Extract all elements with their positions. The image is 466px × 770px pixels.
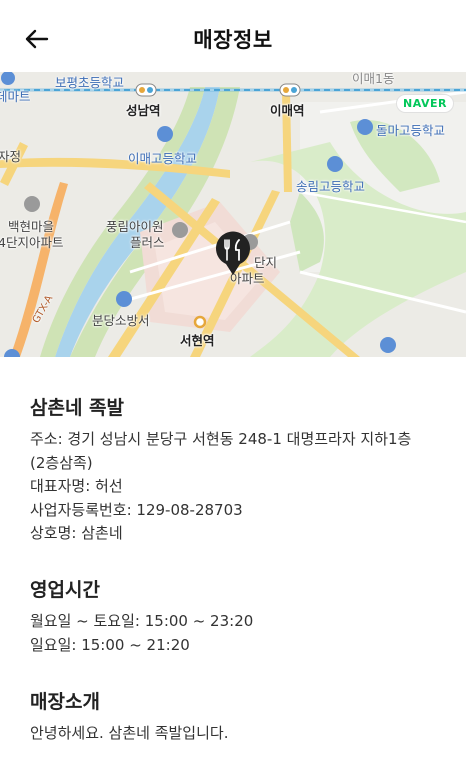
store-name: 삼촌네 족발 [30, 397, 125, 419]
hours-weekday: 월요일 ~ 토요일: 15:00 ~ 23:20 [30, 612, 254, 630]
map-label-school-songrim: 송림고등학교 [296, 179, 366, 194]
store-intro-section: 매장소개 안녕하세요. 삼촌네 족발입니다. [30, 687, 446, 746]
store-intro-title: 매장소개 [30, 691, 100, 713]
app-header: 매장정보 [0, 0, 466, 72]
store-info-section: 삼촌네 족발 주소: 경기 성남시 분당구 서현동 248-1 대명프라자 지하… [30, 393, 446, 546]
store-trade-name: 상호명: 삼촌네 [30, 524, 123, 542]
map-label-school-imae: 이매고등학교 [128, 151, 198, 166]
map-label-pungrim-2: 플러스 [130, 235, 165, 250]
store-intro-text: 안녕하세요. 삼촌네 족발입니다. [30, 724, 229, 742]
store-business-number: 사업자등록번호: 129-08-28703 [30, 500, 243, 519]
business-hours-section: 영업시간 월요일 ~ 토요일: 15:00 ~ 23:20 일요일: 15:00… [30, 575, 446, 657]
page-title: 매장정보 [193, 28, 273, 52]
map-label-school-dolma: 돌마고등학교 [376, 123, 446, 138]
store-address-detail: (2층삼족) [30, 453, 93, 472]
store-address: 주소: 경기 성남시 분당구 서현동 248-1 대명프라자 지하1층 [30, 430, 412, 448]
naver-logo: NAVER [396, 94, 454, 113]
map-label-fire-station: 분당소방서 [92, 313, 150, 328]
map-label-baekhyeon-2: 4단지아파트 [0, 235, 64, 250]
business-hours-title: 영업시간 [30, 579, 100, 601]
map-label-station-seongnam: 성남역 [126, 103, 161, 118]
restaurant-marker-icon[interactable] [214, 230, 252, 276]
map-label-school-boryeong: 보평초등학교 [55, 75, 125, 90]
map-canvas [0, 72, 466, 357]
map-label-station-imae: 이매역 [270, 103, 305, 118]
map-label-imae-dong: 이매1동 [352, 72, 395, 86]
map-label-station-seohyeon: 서현역 [180, 333, 215, 348]
map-label-ajeong: 자정 [0, 149, 22, 164]
store-owner: 대표자명: 허선 [30, 477, 123, 495]
store-location-map[interactable]: 보평초등학교 데마트 성남역 이매역 이매1동 돌마고등학교 이매고등학교 송림… [0, 72, 466, 357]
hours-sunday: 일요일: 15:00 ~ 21:20 [30, 635, 190, 654]
map-label-emart: 데마트 [0, 89, 31, 104]
